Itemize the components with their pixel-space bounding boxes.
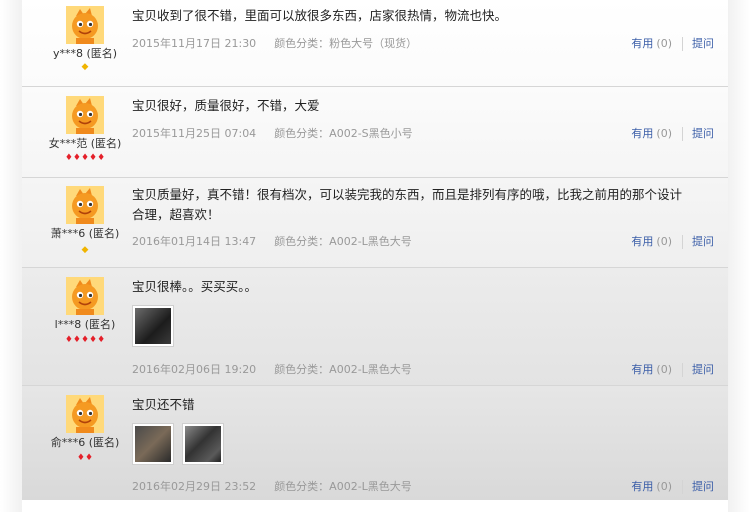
reviewer-rank: ◆ [22,62,148,72]
divider [682,235,683,249]
review-meta: 2016年02月06日 19:20 颜色分类：A002-L黑色大号 [132,361,412,377]
useful-button[interactable]: 有用 [631,480,653,493]
review-date: 2015年11月17日 21:30 [132,37,257,50]
review-text: 宝贝很棒。。买买买。。 [132,279,258,294]
heart-rank-icon: ♦♦♦♦♦ [64,335,106,345]
divider [682,37,683,51]
page-edge-right [728,0,750,512]
useful-button[interactable]: 有用 [631,363,653,376]
review-actions: 有用 (0) 提问 [631,478,714,494]
review-meta: 2015年11月25日 07:04 颜色分类：A002-S黑色小号 [132,125,413,141]
ask-button[interactable]: 提问 [692,127,714,140]
reviewer-name: 女***范 (匿名) [48,137,122,150]
useful-count: (0) [656,127,672,140]
heart-rank-icon: ♦♦♦♦♦ [64,153,106,163]
avatar-mascot-icon [66,6,104,44]
review-content: 宝贝很好，质量很好，不错，大爱 [132,96,692,116]
avatar-mascot-icon [66,277,104,315]
useful-button[interactable]: 有用 [631,127,653,140]
useful-button[interactable]: 有用 [631,235,653,248]
user-avatar[interactable] [66,6,104,44]
review-photos [132,305,692,347]
user-avatar[interactable] [66,395,104,433]
review-photo-thumbnail[interactable] [182,423,224,465]
avatar-mascot-icon [66,395,104,433]
review-text: 宝贝很好，质量很好，不错，大爱 [132,98,320,113]
review-date: 2016年02月29日 23:52 [132,480,257,493]
review-text: 宝贝收到了很不错，里面可以放很多东西，店家很热情，物流也快。 [132,8,508,23]
review-spec: 颜色分类：粉色大号（现货） [274,37,418,50]
useful-button[interactable]: 有用 [631,37,653,50]
useful-count: (0) [656,37,672,50]
review-content: 宝贝很棒。。买买买。。 [132,277,692,347]
avatar-mascot-icon [66,186,104,224]
reviewer-rank: ♦♦ [22,453,148,463]
review-content: 宝贝收到了很不错，里面可以放很多东西，店家很热情，物流也快。 [132,6,692,26]
review-content: 宝贝质量好，真不错！很有档次，可以装完我的东西，而且是排列有序的哦，比我之前用的… [132,185,692,225]
heart-rank-icon: ♦♦ [76,453,94,463]
review-spec: 颜色分类：A002-S黑色小号 [274,127,413,140]
review-content: 宝贝还不错 [132,395,692,465]
diamond-rank-icon: ◆ [81,62,89,72]
review-text: 宝贝质量好，真不错！很有档次，可以装完我的东西，而且是排列有序的哦，比我之前用的… [132,187,683,222]
review-photo-thumbnail[interactable] [132,305,174,347]
reviewer-rank: ♦♦♦♦♦ [22,335,148,345]
review-actions: 有用 (0) 提问 [631,125,714,141]
ask-button[interactable]: 提问 [692,363,714,376]
review-photos [132,423,692,465]
review-item: 俞***6 (匿名) ♦♦ 宝贝还不错 2016年02月29日 23:52 颜色分… [22,386,728,500]
useful-count: (0) [656,363,672,376]
divider [682,363,683,377]
review-spec: 颜色分类：A002-L黑色大号 [274,235,412,248]
divider [682,127,683,141]
review-date: 2016年02月06日 19:20 [132,363,257,376]
review-text: 宝贝还不错 [132,397,195,412]
review-actions: 有用 (0) 提问 [631,361,714,377]
review-meta: 2016年02月29日 23:52 颜色分类：A002-L黑色大号 [132,478,412,494]
reviewer-name: 俞***6 (匿名) [50,436,120,449]
review-photo-thumbnail[interactable] [132,423,174,465]
ask-button[interactable]: 提问 [692,235,714,248]
ask-button[interactable]: 提问 [692,480,714,493]
review-meta: 2016年01月14日 13:47 颜色分类：A002-L黑色大号 [132,233,412,249]
page-edge-left [0,0,22,512]
review-list: y***8 (匿名) ◆ 宝贝收到了很不错，里面可以放很多东西，店家很热情，物流… [22,0,728,500]
review-spec: 颜色分类：A002-L黑色大号 [274,480,412,493]
reviewer-rank: ♦♦♦♦♦ [22,153,148,163]
review-date: 2015年11月25日 07:04 [132,127,257,140]
ask-button[interactable]: 提问 [692,37,714,50]
review-meta: 2015年11月17日 21:30 颜色分类：粉色大号（现货） [132,35,417,51]
review-item: l***8 (匿名) ♦♦♦♦♦ 宝贝很棒。。买买买。。 2016年02月06日… [22,268,728,386]
user-avatar[interactable] [66,96,104,134]
review-item: 萧***6 (匿名) ◆ 宝贝质量好，真不错！很有档次，可以装完我的东西，而且是… [22,178,728,268]
reviewer-rank: ◆ [22,245,148,255]
user-avatar[interactable] [66,277,104,315]
useful-count: (0) [656,235,672,248]
review-spec: 颜色分类：A002-L黑色大号 [274,363,412,376]
reviewer-name: 萧***6 (匿名) [50,227,120,240]
review-item: 女***范 (匿名) ♦♦♦♦♦ 宝贝很好，质量很好，不错，大爱 2015年11… [22,87,728,178]
review-actions: 有用 (0) 提问 [631,233,714,249]
review-actions: 有用 (0) 提问 [631,35,714,51]
review-item: y***8 (匿名) ◆ 宝贝收到了很不错，里面可以放很多东西，店家很热情，物流… [22,0,728,87]
reviewer-name: l***8 (匿名) [54,318,116,331]
review-date: 2016年01月14日 13:47 [132,235,257,248]
user-avatar[interactable] [66,186,104,224]
useful-count: (0) [656,480,672,493]
reviewer-name: y***8 (匿名) [52,47,118,60]
avatar-mascot-icon [66,96,104,134]
diamond-rank-icon: ◆ [81,245,89,255]
divider [682,480,683,494]
